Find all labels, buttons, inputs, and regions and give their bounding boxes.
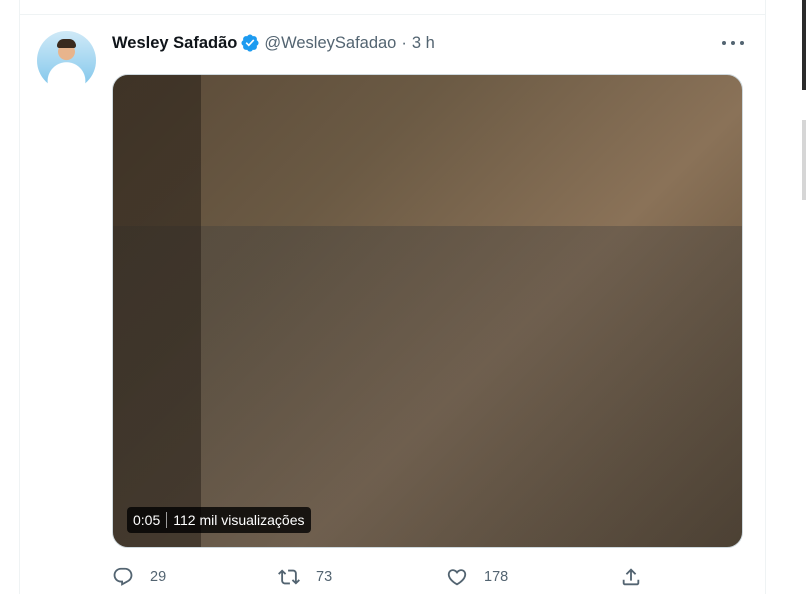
timestamp[interactable]: 3 h bbox=[412, 34, 435, 53]
share-icon bbox=[622, 568, 640, 586]
divider bbox=[19, 14, 766, 15]
share-button[interactable] bbox=[620, 565, 642, 589]
window-edge bbox=[802, 0, 806, 594]
display-name[interactable]: Wesley Safadão bbox=[112, 34, 237, 53]
dot bbox=[740, 41, 744, 45]
user-handle[interactable]: @WesleySafadao bbox=[264, 34, 396, 53]
like-button[interactable]: 178 bbox=[446, 565, 508, 589]
video-info-badges: 0:05 112 mil visualizações bbox=[127, 507, 311, 533]
tweet-header: Wesley Safadão @WesleySafadao · 3 h bbox=[112, 32, 435, 54]
like-icon bbox=[447, 569, 467, 586]
separator-dot: · bbox=[401, 33, 407, 52]
reply-count: 29 bbox=[150, 569, 167, 585]
tweet-actions: 29 73 178 bbox=[112, 565, 752, 589]
retweet-count: 73 bbox=[316, 569, 333, 585]
retweet-button[interactable]: 73 bbox=[278, 565, 332, 589]
avatar-hair bbox=[57, 39, 76, 48]
more-options-icon[interactable] bbox=[722, 33, 744, 53]
dot bbox=[722, 41, 726, 45]
video-duration: 0:05 bbox=[133, 512, 161, 528]
dot bbox=[731, 41, 735, 45]
retweet-icon bbox=[278, 569, 300, 585]
reply-icon bbox=[113, 567, 133, 586]
like-count: 178 bbox=[484, 569, 509, 585]
verified-badge-icon[interactable] bbox=[240, 33, 260, 53]
video-frame bbox=[113, 75, 742, 547]
reply-button[interactable]: 29 bbox=[112, 565, 166, 589]
tweet-page: Wesley Safadão @WesleySafadao · 3 h 0:05… bbox=[0, 0, 806, 594]
avatar[interactable] bbox=[37, 31, 96, 90]
video-player[interactable]: 0:05 112 mil visualizações bbox=[112, 74, 743, 548]
view-count: 112 mil visualizações bbox=[173, 512, 305, 528]
